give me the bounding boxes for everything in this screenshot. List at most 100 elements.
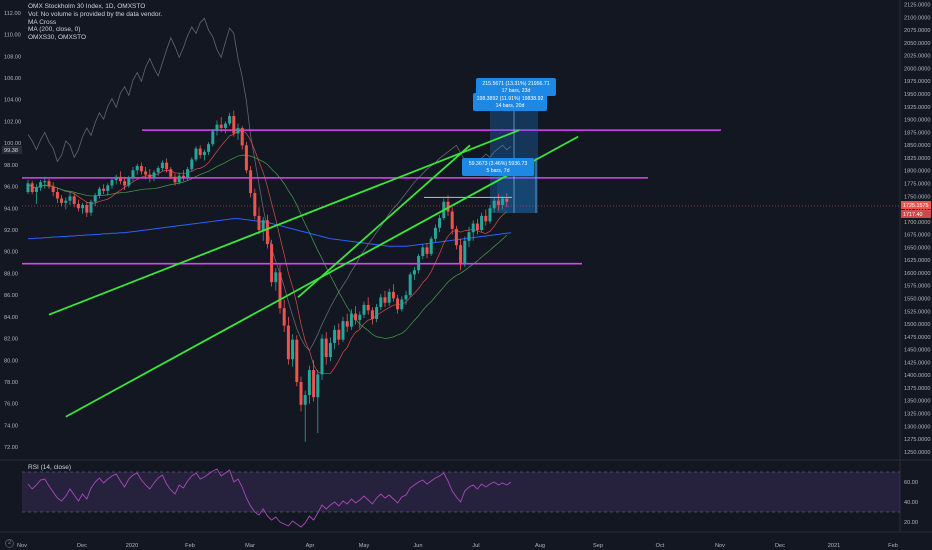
left-axis-tick: 84.00 <box>4 315 18 321</box>
candle-body <box>72 196 76 204</box>
right-axis-tick: 1825.0000 <box>904 156 930 162</box>
candle-body <box>484 215 488 222</box>
candle-body <box>400 299 404 310</box>
candle-body <box>286 325 290 360</box>
right-axis-tick: 2025.0000 <box>904 54 930 60</box>
candle-body <box>383 297 387 303</box>
right-axis-tick: 1775.0000 <box>904 181 930 187</box>
candle-body <box>362 304 366 315</box>
candle-body <box>488 208 492 222</box>
right-axis-tick: 1525.0000 <box>904 309 930 315</box>
x-axis-tick: Oct <box>656 543 665 549</box>
candle-body <box>114 176 118 181</box>
right-axis-tick: 2100.0000 <box>904 15 930 21</box>
candle-body <box>438 218 442 228</box>
candle-body <box>333 329 337 343</box>
candle-body <box>127 177 131 186</box>
candle-body <box>64 200 68 203</box>
left-axis-tick: 72.00 <box>4 445 18 451</box>
left-axis-tick: 78.00 <box>4 380 18 386</box>
right-axis-tick: 2000.0000 <box>904 66 930 72</box>
candle-body <box>375 307 379 320</box>
right-axis-tick: 1500.0000 <box>904 322 930 328</box>
left-axis-tick: 80.00 <box>4 358 18 364</box>
rsi-axis-tick: 40.00 <box>904 500 918 506</box>
x-axis-tick: 2021 <box>828 543 840 549</box>
candle-body <box>186 169 190 178</box>
candle-body <box>97 188 101 196</box>
candle-body <box>480 215 484 230</box>
candle-body <box>341 321 345 340</box>
right-axis-tick: 2075.0000 <box>904 28 930 34</box>
left-axis-tick: 94.00 <box>4 206 18 212</box>
left-axis-tick: 108.00 <box>4 54 21 60</box>
candle-body <box>366 304 370 311</box>
candle-body <box>181 175 185 178</box>
chart-area[interactable]: 2125.0000 2100.0000 2075.0000 2050.0000 2025… <box>0 0 932 550</box>
candle-body <box>278 272 282 309</box>
candle-body <box>47 181 51 187</box>
candle-body <box>328 342 332 358</box>
candle-body <box>274 272 278 283</box>
channel-mid-line <box>297 144 471 298</box>
x-axis-tick: Jul <box>472 543 479 549</box>
right-axis-tick: 1900.0000 <box>904 118 930 124</box>
x-axis-tick: Mar <box>245 543 255 549</box>
legend-ma-cross[interactable]: MA Cross <box>28 19 162 27</box>
left-axis-tick: 102.00 <box>4 119 21 125</box>
candle-body <box>408 274 412 296</box>
candle-body <box>316 374 320 398</box>
candle-body <box>131 170 135 178</box>
right-axis-tick: 1800.0000 <box>904 169 930 175</box>
candle-body <box>282 308 286 326</box>
right-axis-tick: 1400.0000 <box>904 373 930 379</box>
left-axis-tick: 74.00 <box>4 423 18 429</box>
legend-compare[interactable]: OMXS30, OMXSTO <box>28 34 162 42</box>
candle-body <box>312 370 316 398</box>
right-axis-tick: 1300.0000 <box>904 424 930 430</box>
right-axis-tick: 1675.0000 <box>904 233 930 239</box>
price-badge-label: 1717.40 <box>903 212 923 218</box>
candle-body <box>55 192 59 199</box>
candle-body <box>228 116 232 124</box>
left-axis-tick: 104.00 <box>4 98 21 104</box>
candle-body <box>110 180 114 186</box>
rsi-legend[interactable]: RSI (14, close) <box>28 464 71 471</box>
x-axis-tick: Sep <box>593 543 603 549</box>
chart-canvas[interactable]: 2125.0000 2100.0000 2075.0000 2050.0000 2025… <box>0 0 932 550</box>
candle-body <box>270 244 274 283</box>
x-axis-tick: Feb <box>888 543 898 549</box>
candle-body <box>417 256 421 271</box>
legend-title[interactable]: OMX Stockholm 30 Index, 1D, OMXSTO <box>28 3 162 11</box>
right-axis-tick: 1425.0000 <box>904 360 930 366</box>
right-axis-tick: 1700.0000 <box>904 220 930 226</box>
x-axis-tick: May <box>359 543 370 549</box>
rsi-band <box>22 472 900 512</box>
candle-body <box>412 270 416 275</box>
candle-body <box>177 175 181 183</box>
candle-body <box>505 198 509 202</box>
candle-body <box>265 220 269 245</box>
left-axis-tick: 98.00 <box>4 163 18 169</box>
candle-body <box>396 298 400 310</box>
right-axis-tick: 1650.0000 <box>904 245 930 251</box>
candle-body <box>345 321 349 327</box>
compare-series-line <box>27 17 512 352</box>
legend-ma200[interactable]: MA (200, close, 0) <box>28 26 162 34</box>
settings-icon[interactable]: 2 <box>5 539 14 548</box>
candle-body <box>219 124 223 128</box>
candle-body <box>102 188 106 191</box>
right-axis-tick: 1600.0000 <box>904 271 930 277</box>
left-axis-tick: 106.00 <box>4 76 21 82</box>
candle-body <box>190 159 194 170</box>
x-axis-tick: Dec <box>775 543 785 549</box>
candle-body <box>295 339 299 382</box>
candle-body <box>244 145 248 171</box>
candle-body <box>387 291 391 303</box>
candle-body <box>211 131 215 145</box>
candle-body <box>425 247 429 254</box>
candle-body <box>173 176 177 183</box>
candle-body <box>501 198 505 206</box>
candle-body <box>249 170 253 194</box>
left-axis-tick: 96.00 <box>4 185 18 191</box>
